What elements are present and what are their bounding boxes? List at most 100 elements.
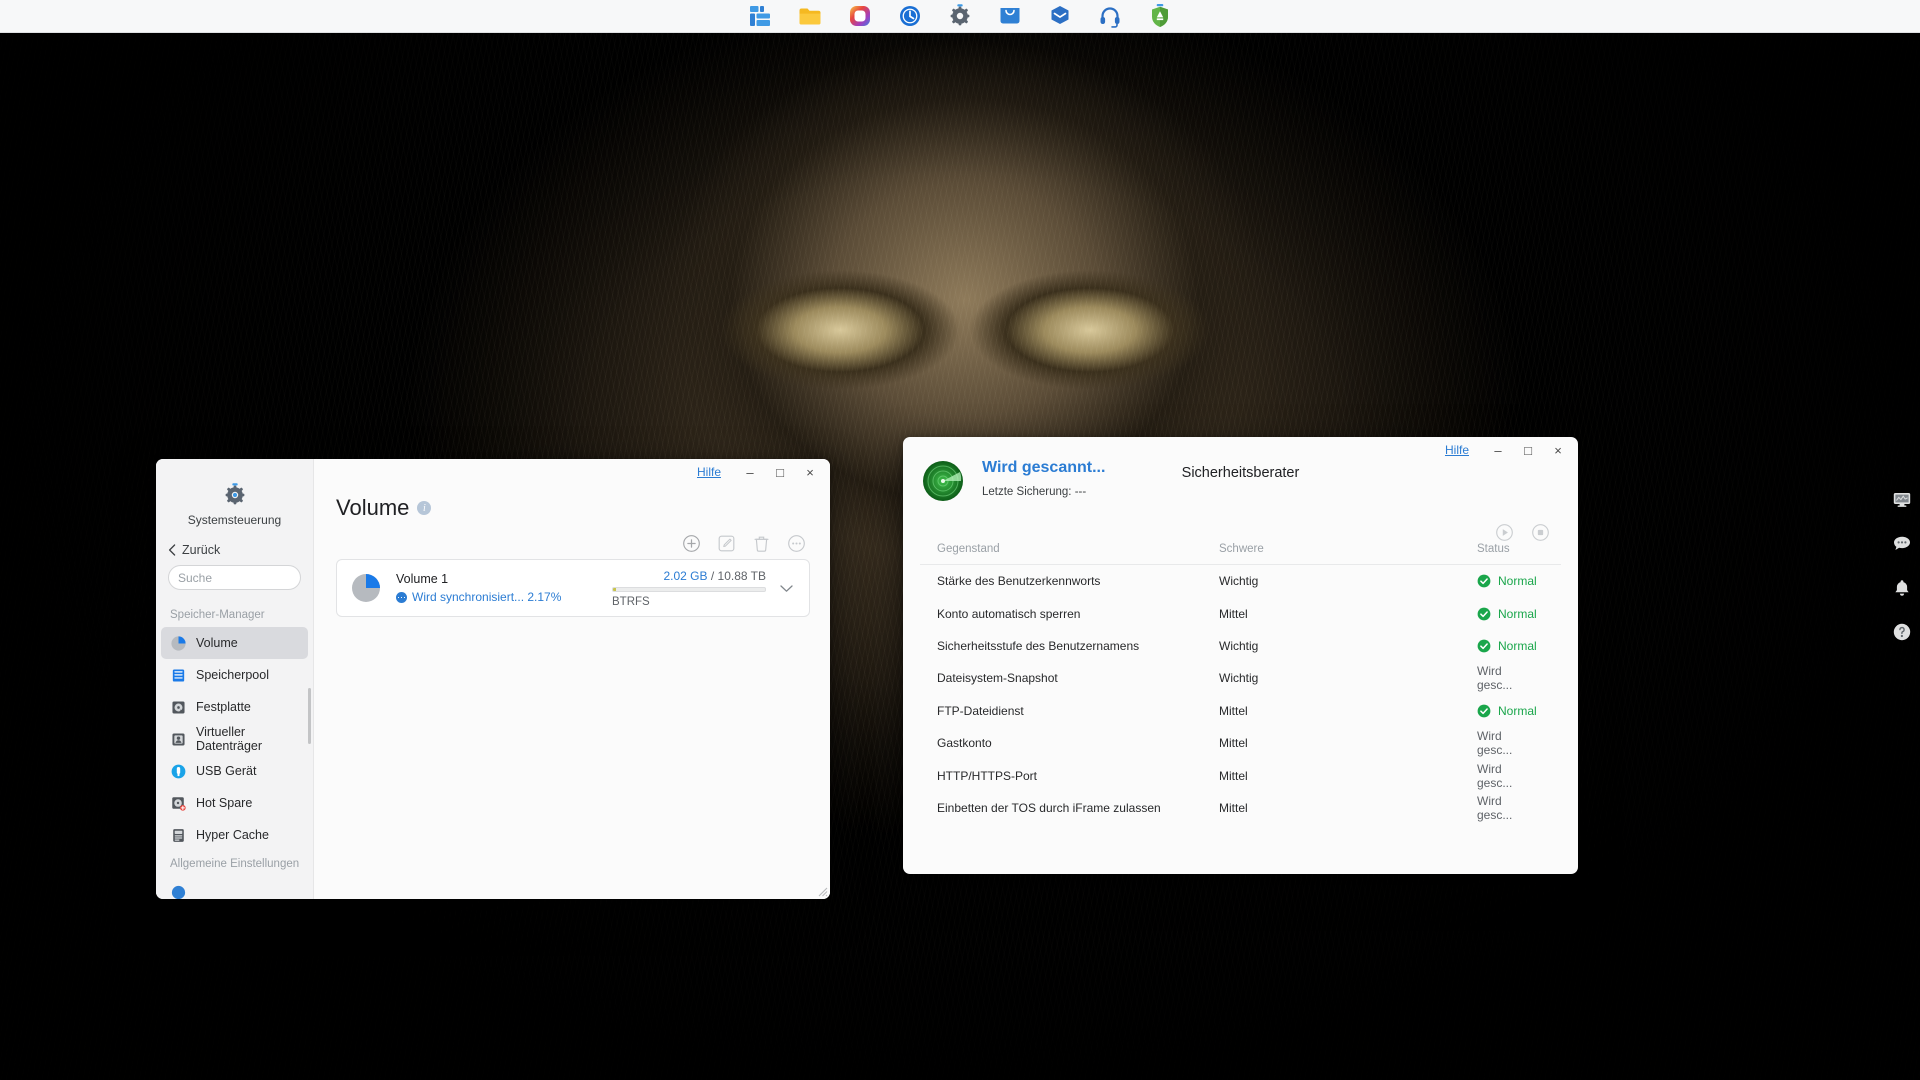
cell-status: Normal xyxy=(1477,607,1544,621)
cell-status: Wird gesc... xyxy=(1477,664,1544,692)
security-check-table: Gegenstand Schwere Status Stärke des Ben… xyxy=(920,543,1561,824)
table-row[interactable]: FTP-Dateidienst Mittel Normal xyxy=(920,695,1561,727)
search-input[interactable] xyxy=(178,570,333,585)
volume-toolbar xyxy=(682,534,806,553)
add-volume-button[interactable] xyxy=(682,534,701,553)
back-button[interactable]: Zurück xyxy=(156,539,313,565)
control-panel-gear-icon[interactable] xyxy=(947,3,973,29)
start-scan-button[interactable] xyxy=(1495,523,1514,542)
volume-name: Volume 1 xyxy=(396,572,449,586)
status-ok-check-icon xyxy=(1477,639,1491,653)
table-row[interactable]: Stärke des Benutzerkennworts Wichtig Norma… xyxy=(920,565,1561,597)
table-row[interactable]: Sicherheitsstufe des Benutzernamens Wicht… xyxy=(920,630,1561,662)
notification-bell-icon[interactable] xyxy=(1892,578,1912,598)
status-ok-check-icon xyxy=(1477,704,1491,718)
download-station-icon[interactable] xyxy=(997,3,1023,29)
expand-volume-chevron-down-icon[interactable] xyxy=(776,581,796,596)
virtual-disk-icon xyxy=(172,732,185,746)
taskbar xyxy=(0,0,1920,33)
sidebar-scrollbar[interactable] xyxy=(308,688,311,744)
cell-severity: Mittel xyxy=(1219,800,1248,815)
cell-status: Normal xyxy=(1477,704,1544,718)
sidebar-item-speicherpool[interactable]: Speicherpool xyxy=(161,659,308,691)
sidebar-item-festplatte[interactable]: Festplatte xyxy=(161,691,308,723)
volume-total-size: 10.88 TB xyxy=(717,568,766,583)
help-link[interactable]: Hilfe xyxy=(1445,443,1469,457)
status-badge: Normal xyxy=(1498,638,1537,653)
volume-status-label: Wird synchronisiert... 2.17% xyxy=(412,590,562,604)
edit-volume-button[interactable] xyxy=(717,534,736,553)
volume-capacity-block: 2.02 GB / 10.88 TB BTRFS xyxy=(606,569,766,608)
table-row[interactable]: HTTP/HTTPS-Port Mittel Wird gesc... xyxy=(920,759,1561,791)
cell-status: Wird gesc... xyxy=(1477,762,1544,790)
cell-severity: Wichtig xyxy=(1219,574,1259,589)
table-row[interactable]: Dateisystem-Snapshot Wichtig Wird gesc... xyxy=(920,662,1561,694)
cell-severity: Mittel xyxy=(1219,768,1248,783)
help-question-icon[interactable] xyxy=(1892,622,1912,642)
audio-station-headphones-icon[interactable] xyxy=(1097,3,1123,29)
page-title: Volume xyxy=(336,495,410,520)
security-window-titlebar: Hilfe – □ × xyxy=(1445,437,1578,463)
security-advisor-shield-icon[interactable] xyxy=(1147,3,1173,29)
volume-row[interactable]: Volume 1 ⋯ Wird synchronisiert... 2.17% … xyxy=(336,559,810,617)
table-row[interactable]: Gastkonto Mittel Wird gesc... xyxy=(920,727,1561,759)
info-icon[interactable]: i xyxy=(417,501,432,515)
maximize-button[interactable]: □ xyxy=(1515,439,1541,461)
cell-status: Normal xyxy=(1477,639,1544,653)
hard-disk-icon xyxy=(172,700,185,714)
sidebar-item-usb-geraet[interactable]: USB Gerät xyxy=(161,755,308,787)
sidebar-item-label: Festplatte xyxy=(196,700,251,714)
time-backup-icon[interactable] xyxy=(897,3,923,29)
sidebar-item-hot-spare[interactable]: Hot Spare xyxy=(161,787,308,819)
volume-status: ⋯ Wird synchronisiert... 2.17% xyxy=(396,590,606,604)
status-ok-check-icon xyxy=(1477,574,1491,588)
mail-plus-icon[interactable] xyxy=(1047,3,1073,29)
sync-status-icon: ⋯ xyxy=(396,591,407,603)
photos-icon[interactable] xyxy=(847,3,873,29)
sidebar-item-label: Virtueller Datenträger xyxy=(196,725,263,753)
sidebar-item-hyper-cache[interactable]: Hyper Cache xyxy=(161,819,308,851)
hyper-cache-icon xyxy=(173,828,184,842)
minimize-button[interactable]: – xyxy=(1485,439,1511,461)
cell-status: Wird gesc... xyxy=(1477,729,1544,757)
close-button[interactable]: × xyxy=(797,461,823,483)
status-badge: Normal xyxy=(1498,606,1537,621)
sidebar-item-virtueller-datentraeger[interactable]: Virtueller Datenträger xyxy=(161,723,308,755)
more-actions-button[interactable] xyxy=(787,534,806,553)
app-name-label: Systemsteuerung xyxy=(187,513,282,527)
cell-severity: Mittel xyxy=(1219,703,1248,718)
minimize-button[interactable]: – xyxy=(737,461,763,483)
table-row[interactable]: Einbetten der TOS durch iFrame zulassen M… xyxy=(920,792,1561,824)
column-header-item: Gegenstand xyxy=(937,543,1000,555)
help-link[interactable]: Hilfe xyxy=(697,465,721,479)
volume-usage-pie-icon xyxy=(352,574,380,602)
volume-capacity-text: 2.02 GB / 10.88 TB xyxy=(612,569,766,583)
maximize-button[interactable]: □ xyxy=(767,461,793,483)
sidebar-item-volume[interactable]: Volume xyxy=(161,627,308,659)
last-backup-label: Letzte Sicherung: --- xyxy=(982,486,1087,498)
volume-main-content: Volume i Volume 1 ⋯ Wird synchronisiert.… xyxy=(314,459,830,899)
cell-severity: Mittel xyxy=(1219,736,1248,751)
resource-monitor-icon[interactable] xyxy=(1892,490,1912,510)
table-row[interactable]: Konto automatisch sperren Mittel Normal xyxy=(920,597,1561,629)
security-advisor-window: Hilfe – □ × Sicherheitsberater Wird gesc… xyxy=(903,437,1578,874)
delete-volume-button[interactable] xyxy=(752,534,771,553)
package-center-icon[interactable] xyxy=(747,3,773,29)
cell-item: Einbetten der TOS durch iFrame zulassen xyxy=(937,800,1161,815)
volume-window: Hilfe – □ × Systemsteuerung Zurück Suche… xyxy=(156,459,830,899)
control-panel-logo: Systemsteuerung xyxy=(156,473,313,539)
search-box[interactable] xyxy=(168,565,333,590)
status-badge: Wird gesc... xyxy=(1477,761,1513,790)
cell-status: Normal xyxy=(1477,574,1544,588)
chat-bubble-icon[interactable] xyxy=(1892,534,1912,554)
sidebar-item-label: Hyper Cache xyxy=(196,828,269,842)
sidebar-item-partial[interactable] xyxy=(161,876,308,899)
close-button[interactable]: × xyxy=(1545,439,1571,461)
table-header-row: Gegenstand Schwere Status xyxy=(920,543,1561,565)
cell-severity: Wichtig xyxy=(1219,671,1259,686)
stop-scan-button[interactable] xyxy=(1531,523,1550,542)
volume-usage-fill xyxy=(613,587,617,591)
volume-used-size: 2.02 GB xyxy=(663,568,708,583)
resize-handle[interactable] xyxy=(813,882,828,897)
file-station-folder-icon[interactable] xyxy=(797,3,823,29)
